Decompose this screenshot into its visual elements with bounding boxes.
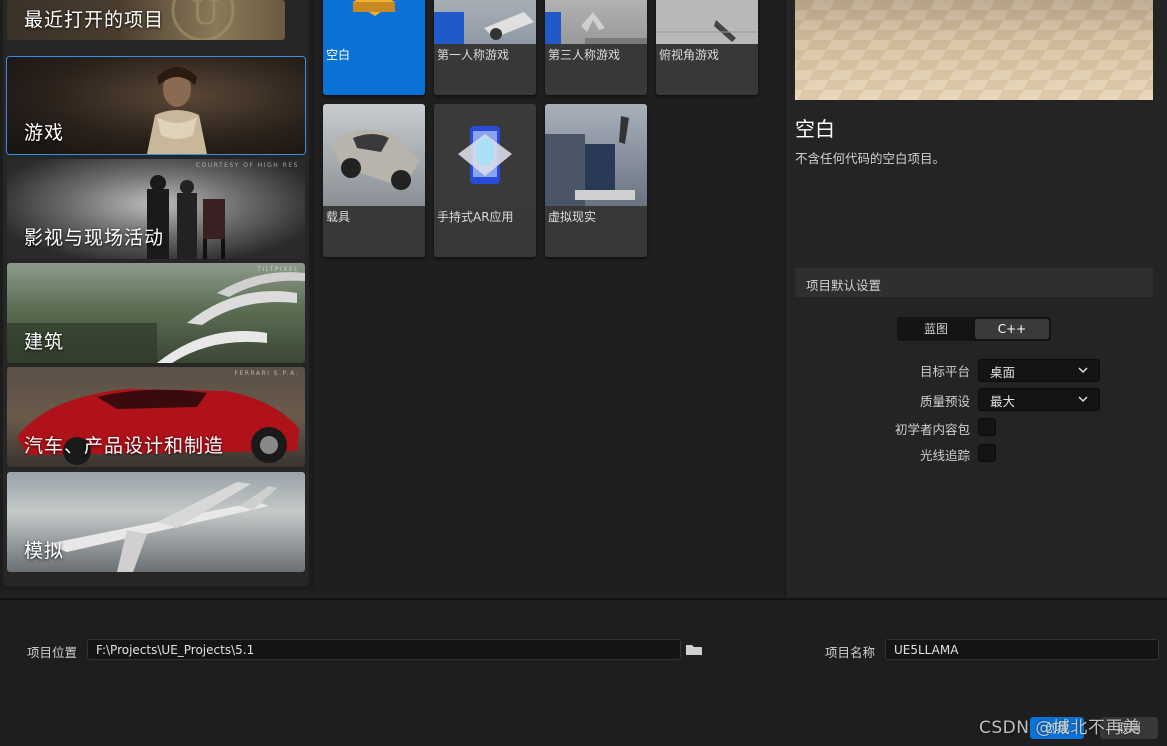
template-tile-first-person[interactable]: 第一人称游戏 bbox=[434, 0, 536, 95]
raytracing-label: 光线追踪 bbox=[919, 448, 970, 463]
category-games[interactable]: 游戏 bbox=[6, 56, 306, 155]
raytracing-checkbox[interactable] bbox=[978, 444, 996, 462]
category-sidebar: U 最近打开的项目 游戏 COURTESY OF HIGH RES 影视与现场活… bbox=[0, 0, 314, 590]
project-name-input[interactable]: UE5LLAMA bbox=[885, 639, 1159, 660]
template-preview-image bbox=[795, 0, 1153, 100]
dropdown-value: 桌面 bbox=[990, 365, 1016, 380]
template-tile-top-down[interactable]: 俯视角游戏 bbox=[656, 0, 758, 95]
category-label: 最近打开的项目 bbox=[24, 9, 165, 31]
category-architecture[interactable]: TILTPIXEL 建筑 bbox=[7, 263, 305, 363]
first-person-thumbnail bbox=[434, 0, 536, 44]
template-title: 空白 bbox=[795, 117, 835, 141]
template-tile-blank[interactable]: 空白 bbox=[323, 0, 425, 95]
chevron-down-icon bbox=[1078, 367, 1088, 374]
starter-content-label: 初学者内容包 bbox=[894, 422, 970, 437]
blank-thumbnail bbox=[323, 0, 425, 44]
target-platform-label: 目标平台 bbox=[919, 364, 970, 379]
target-platform-dropdown[interactable]: 桌面 bbox=[978, 359, 1100, 382]
blueprint-button[interactable]: 蓝图 bbox=[899, 319, 973, 339]
blank-template-icon bbox=[353, 0, 395, 16]
category-label: 游戏 bbox=[24, 122, 65, 144]
template-tile-third-person[interactable]: 第三人称游戏 bbox=[545, 0, 647, 95]
template-grid: 空白 第一人称游戏 第三人称游戏 俯视角游戏 载具 手持式AR应用 虚拟现实 bbox=[314, 0, 784, 598]
phone-ar-icon bbox=[458, 126, 512, 184]
category-automotive[interactable]: FERRARI S.P.A. 汽车、产品设计和制造 bbox=[7, 367, 305, 467]
folder-icon[interactable] bbox=[684, 641, 704, 657]
checker-floor bbox=[795, 0, 1153, 100]
vehicle-thumbnail bbox=[323, 104, 425, 206]
quality-preset-dropdown[interactable]: 最大 bbox=[978, 388, 1100, 411]
image-credit: FERRARI S.P.A. bbox=[234, 370, 299, 377]
language-toggle: 蓝图 C++ bbox=[897, 317, 1051, 341]
category-film-live-events[interactable]: COURTESY OF HIGH RES 影视与现场活动 bbox=[7, 159, 305, 259]
starter-content-checkbox[interactable] bbox=[978, 418, 996, 436]
template-name: 手持式AR应用 bbox=[437, 210, 514, 224]
third-person-thumbnail bbox=[545, 0, 647, 44]
template-name: 载具 bbox=[326, 210, 351, 224]
cpp-button[interactable]: C++ bbox=[975, 319, 1049, 339]
first-person-scene bbox=[434, 12, 534, 44]
category-label: 建筑 bbox=[24, 331, 65, 353]
image-credit: TILTPIXEL bbox=[257, 266, 299, 273]
template-name: 第一人称游戏 bbox=[437, 48, 510, 62]
project-settings-bar: 项目位置 F:\Projects\UE_Projects\5.1 项目名称 UE… bbox=[0, 598, 1167, 746]
quality-preset-label: 质量预设 bbox=[919, 394, 970, 409]
dropdown-value: 最大 bbox=[990, 394, 1016, 409]
top-down-scene bbox=[656, 20, 758, 42]
vr-thumbnail bbox=[545, 104, 647, 206]
image-credit: COURTESY OF HIGH RES bbox=[195, 162, 299, 169]
top-down-thumbnail bbox=[656, 0, 758, 44]
handheld-ar-thumbnail bbox=[434, 104, 536, 206]
template-details-panel: 空白 不含任何代码的空白项目。 项目默认设置 蓝图 C++ 目标平台 桌面 质量… bbox=[785, 0, 1167, 598]
template-name: 俯视角游戏 bbox=[659, 48, 720, 62]
category-simulation[interactable]: 模拟 bbox=[7, 472, 305, 572]
category-label: 汽车、产品设计和制造 bbox=[24, 435, 225, 457]
section-title: 项目默认设置 bbox=[806, 278, 882, 293]
project-name-label: 项目名称 bbox=[825, 645, 876, 660]
chevron-down-icon bbox=[1078, 396, 1088, 403]
svg-text:U: U bbox=[191, 0, 220, 33]
category-label: 影视与现场活动 bbox=[24, 227, 165, 249]
template-tile-handheld-ar[interactable]: 手持式AR应用 bbox=[434, 104, 536, 257]
template-tile-vr[interactable]: 虚拟现实 bbox=[545, 104, 647, 257]
third-person-scene bbox=[545, 12, 647, 44]
template-name: 第三人称游戏 bbox=[548, 48, 621, 62]
vehicle-car bbox=[331, 129, 419, 190]
project-location-input[interactable]: F:\Projects\UE_Projects\5.1 bbox=[87, 639, 681, 660]
vr-scene bbox=[545, 116, 635, 206]
category-label: 模拟 bbox=[24, 540, 65, 562]
template-name: 虚拟现实 bbox=[548, 210, 597, 224]
project-defaults-header: 项目默认设置 bbox=[795, 268, 1153, 297]
template-description: 不含任何代码的空白项目。 bbox=[795, 151, 946, 166]
watermark-text: CSDN @城北不再美 bbox=[979, 718, 1141, 738]
template-name: 空白 bbox=[326, 48, 351, 62]
template-tile-vehicle[interactable]: 载具 bbox=[323, 104, 425, 257]
project-location-label: 项目位置 bbox=[27, 645, 78, 660]
category-recent-projects[interactable]: U 最近打开的项目 bbox=[7, 0, 285, 40]
